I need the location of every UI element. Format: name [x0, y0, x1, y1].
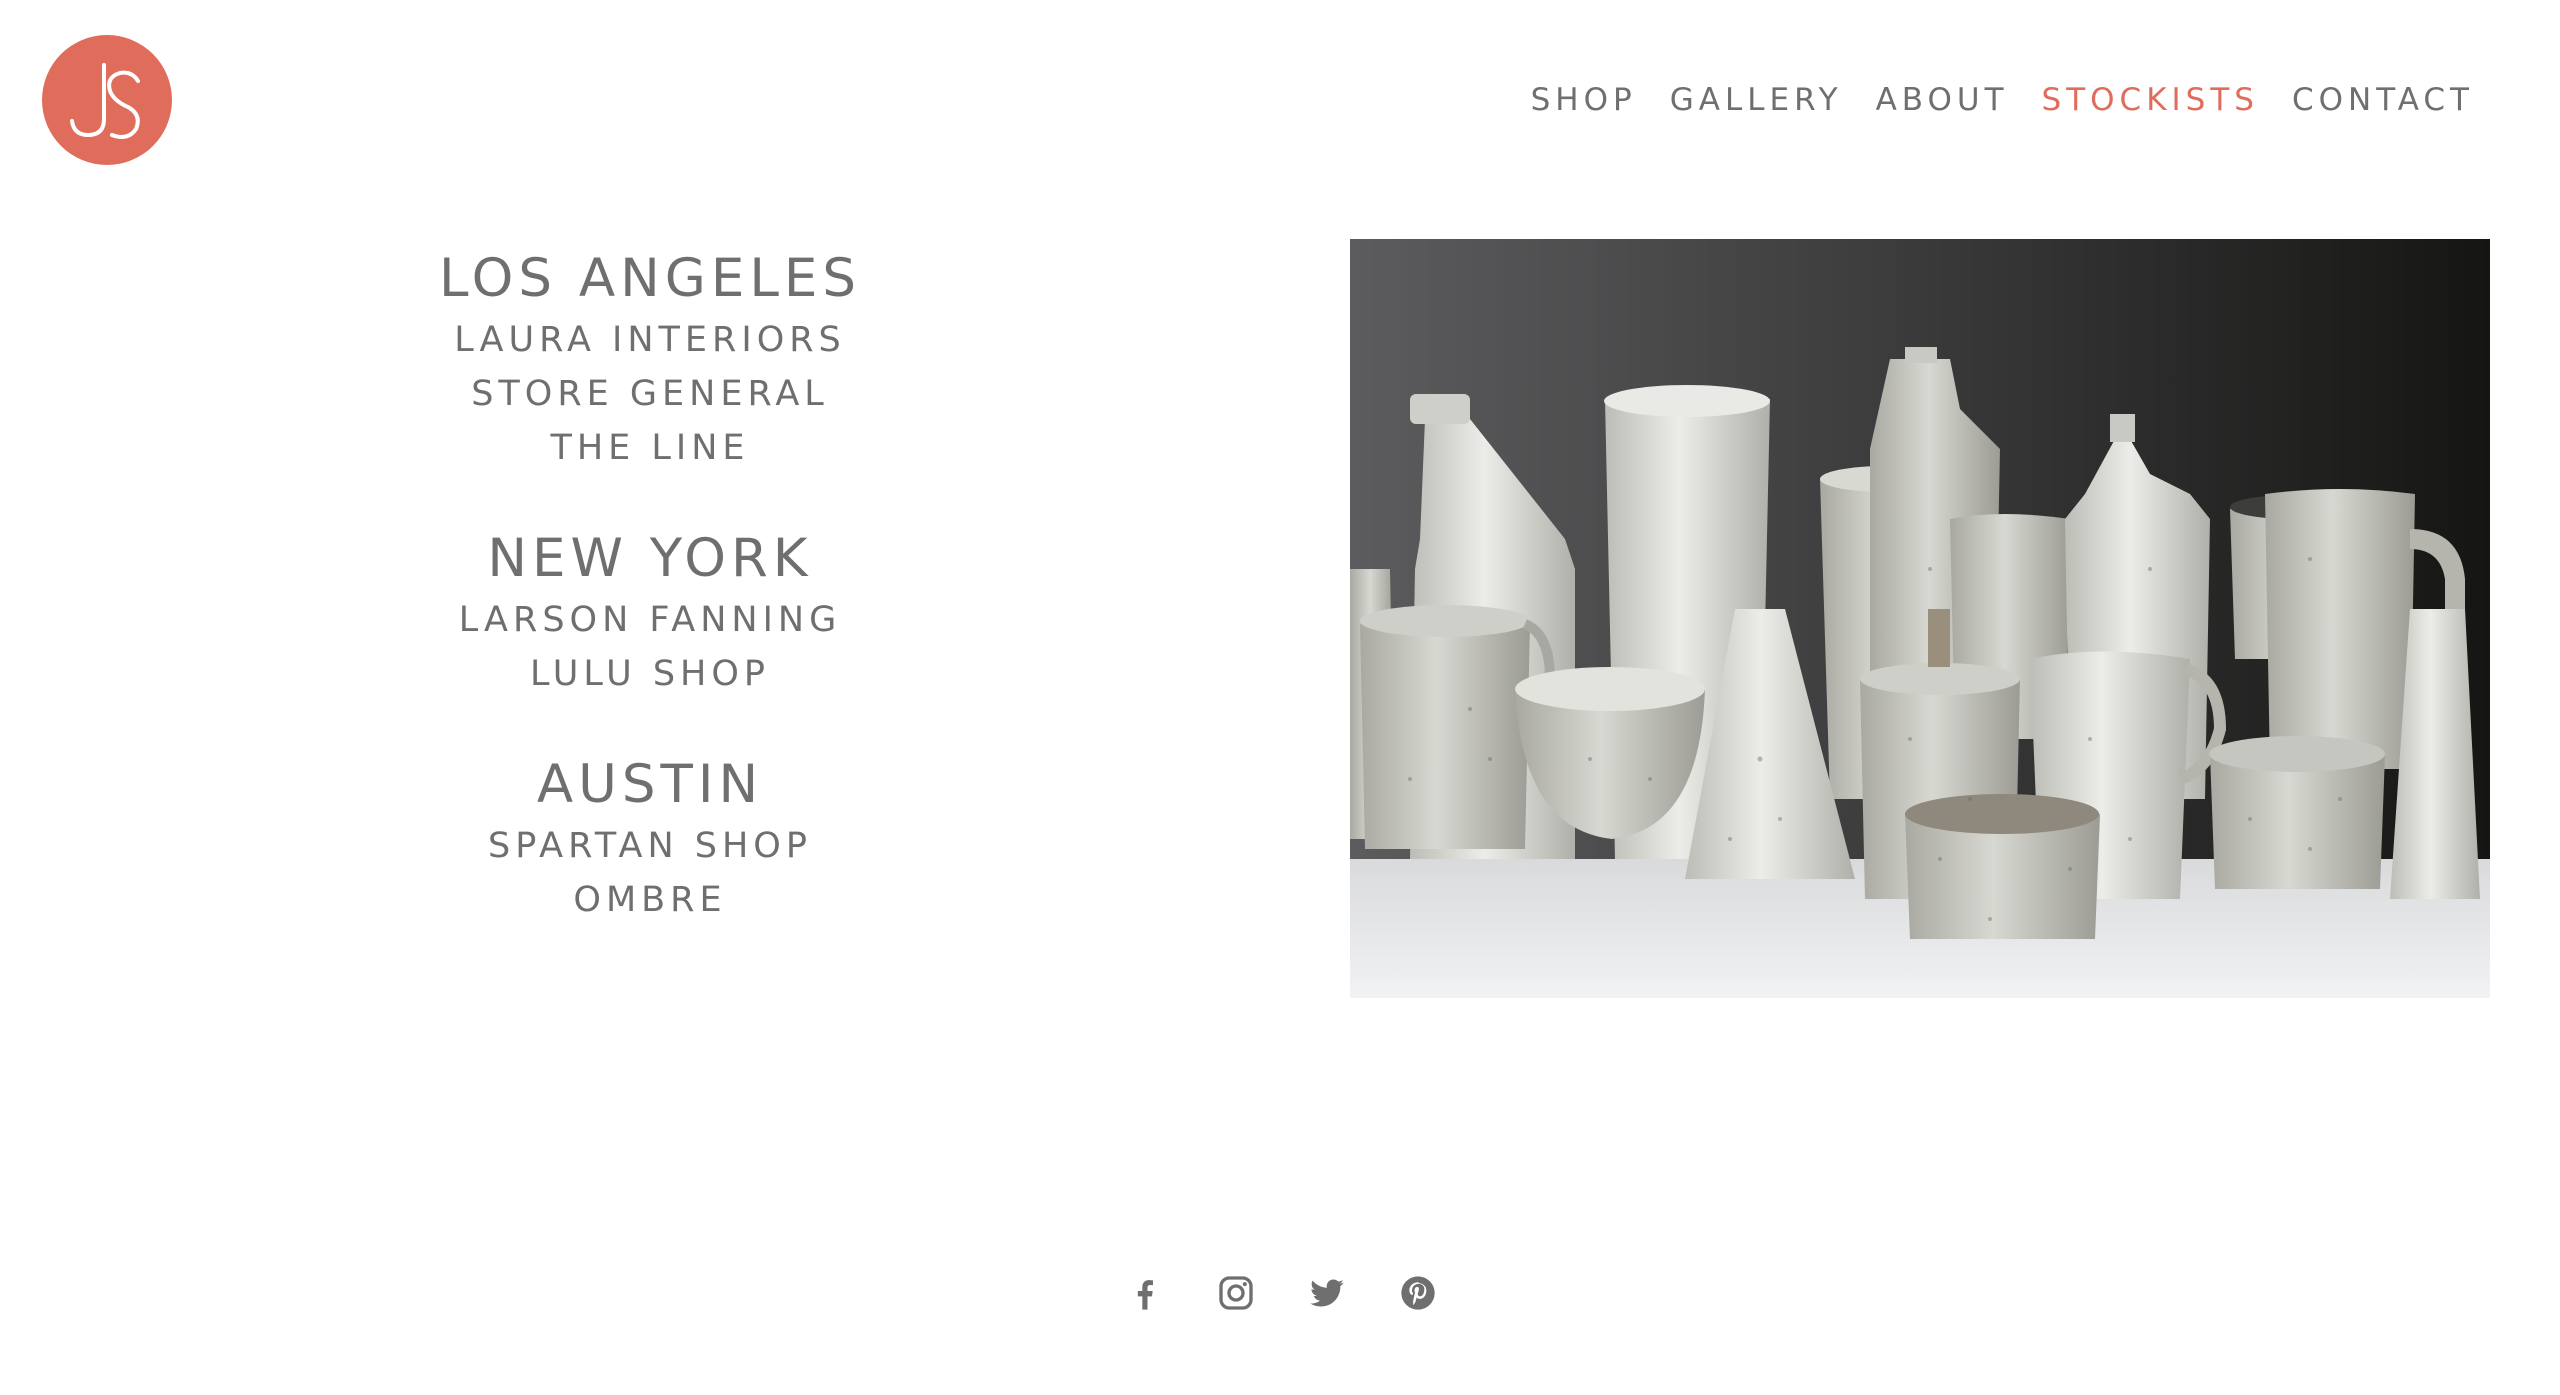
page: SHOP GALLERY ABOUT STOCKISTS CONTACT LOS…: [0, 0, 2560, 1395]
city-heading: LOS ANGELES: [439, 248, 861, 309]
store-link[interactable]: STORE GENERAL: [250, 367, 1050, 421]
nav-stockists[interactable]: STOCKISTS: [2042, 78, 2259, 122]
stockist-group-los-angeles: LOS ANGELES LAURA INTERIORS STORE GENERA…: [250, 245, 1050, 475]
social-links: [1120, 1268, 1484, 1318]
store-link[interactable]: LAURA INTERIORS: [250, 313, 1050, 367]
twitter-icon[interactable]: [1302, 1268, 1352, 1318]
city-heading: AUSTIN: [536, 754, 764, 815]
facebook-icon[interactable]: [1120, 1268, 1170, 1318]
logo[interactable]: [42, 35, 172, 165]
city-heading: NEW YORK: [487, 528, 813, 589]
js-monogram-icon: [70, 63, 140, 139]
pinterest-icon[interactable]: [1393, 1268, 1443, 1318]
stockist-group-austin: AUSTIN SPARTAN SHOP OMBRE: [250, 751, 1050, 927]
stockist-group-new-york: NEW YORK LARSON FANNING LULU SHOP: [250, 525, 1050, 701]
store-link[interactable]: LARSON FANNING: [250, 593, 1050, 647]
nav-contact[interactable]: CONTACT: [2292, 78, 2474, 122]
nav-gallery[interactable]: GALLERY: [1670, 78, 1843, 122]
store-link[interactable]: OMBRE: [250, 873, 1050, 927]
store-link[interactable]: LULU SHOP: [250, 647, 1050, 701]
store-link[interactable]: THE LINE: [250, 421, 1050, 475]
ceramics-photo: [1350, 239, 2490, 998]
instagram-icon[interactable]: [1211, 1268, 1261, 1318]
hero-image: [1350, 239, 2490, 998]
main-nav: SHOP GALLERY ABOUT STOCKISTS CONTACT: [1498, 78, 2474, 122]
nav-shop[interactable]: SHOP: [1531, 78, 1637, 122]
store-link[interactable]: SPARTAN SHOP: [250, 819, 1050, 873]
stockists-list: LOS ANGELES LAURA INTERIORS STORE GENERA…: [250, 245, 1050, 977]
nav-about[interactable]: ABOUT: [1876, 78, 2009, 122]
